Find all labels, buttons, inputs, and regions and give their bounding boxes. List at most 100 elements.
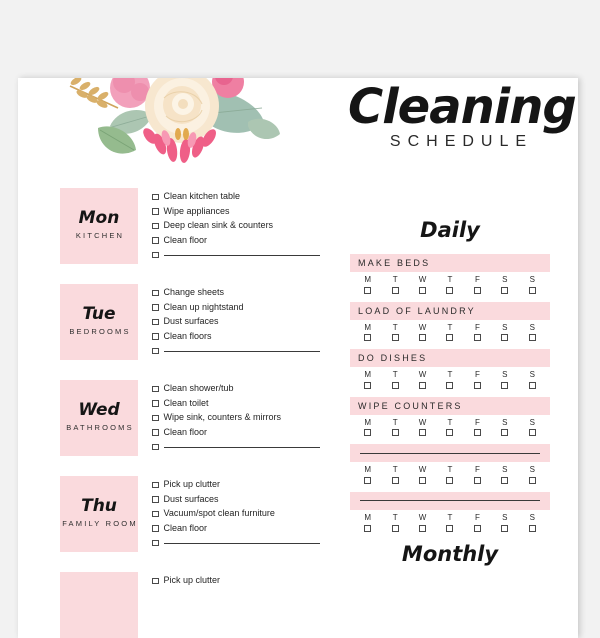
checkbox-icon[interactable]	[391, 381, 399, 389]
task-item[interactable]: Dust surfaces	[152, 315, 320, 328]
write-in-line[interactable]	[163, 255, 320, 257]
day-cell[interactable]: F	[464, 370, 491, 389]
task-item[interactable]: Vacuum/spot clean furniture	[152, 507, 320, 520]
task-item[interactable]: Pick up clutter	[152, 478, 320, 491]
checkbox-icon[interactable]	[446, 381, 454, 389]
checkbox-icon[interactable]	[152, 577, 159, 584]
write-in-line[interactable]	[360, 452, 540, 454]
day-cell[interactable]: S	[519, 370, 546, 389]
checkbox-icon[interactable]	[419, 381, 427, 389]
day-cell[interactable]: M	[354, 370, 381, 389]
checkbox-icon[interactable]	[391, 286, 399, 294]
checkbox-icon[interactable]	[364, 381, 372, 389]
checkbox-icon[interactable]	[473, 476, 481, 484]
day-cell[interactable]: M	[354, 275, 381, 294]
checkbox-icon[interactable]	[152, 251, 159, 259]
day-cell[interactable]: S	[519, 418, 546, 437]
checkbox-icon[interactable]	[152, 193, 159, 200]
checkbox-icon[interactable]	[391, 429, 399, 437]
checkbox-icon[interactable]	[446, 286, 454, 294]
checkbox-icon[interactable]	[152, 347, 159, 355]
task-item-blank[interactable]	[152, 440, 320, 451]
day-cell[interactable]: M	[354, 418, 381, 437]
checkbox-icon[interactable]	[473, 334, 481, 342]
checkbox-icon[interactable]	[528, 286, 536, 294]
day-cell[interactable]: F	[464, 513, 491, 532]
task-item[interactable]: Clean floor	[152, 426, 320, 439]
checkbox-icon[interactable]	[152, 443, 159, 451]
day-cell[interactable]: M	[354, 465, 381, 484]
task-item[interactable]: Dust surfaces	[152, 493, 320, 506]
write-in-line[interactable]	[163, 447, 320, 449]
checkbox-icon[interactable]	[501, 286, 509, 294]
day-cell[interactable]: T	[436, 275, 463, 294]
checkbox-icon[interactable]	[501, 524, 509, 532]
day-cell[interactable]: S	[491, 275, 518, 294]
checkbox-icon[interactable]	[152, 525, 159, 532]
checkbox-icon[interactable]	[152, 333, 159, 340]
checkbox-icon[interactable]	[528, 381, 536, 389]
task-item-blank[interactable]	[152, 248, 320, 259]
checkbox-icon[interactable]	[364, 476, 372, 484]
task-item[interactable]: Clean kitchen table	[152, 190, 320, 203]
checkbox-icon[interactable]	[364, 524, 372, 532]
day-cell[interactable]: S	[491, 370, 518, 389]
task-item[interactable]: Clean floor	[152, 522, 320, 535]
checkbox-icon[interactable]	[152, 539, 159, 547]
checkbox-icon[interactable]	[364, 429, 372, 437]
checkbox-icon[interactable]	[152, 414, 159, 422]
day-cell[interactable]: F	[464, 465, 491, 484]
task-item[interactable]: Change sheets	[152, 286, 320, 299]
day-cell[interactable]: T	[436, 418, 463, 437]
task-item[interactable]: Pick up clutter	[152, 574, 320, 587]
checkbox-icon[interactable]	[419, 334, 427, 342]
day-cell[interactable]: T	[381, 465, 408, 484]
checkbox-icon[interactable]	[364, 334, 372, 342]
checkbox-icon[interactable]	[152, 496, 159, 503]
checkbox-icon[interactable]	[152, 222, 159, 230]
day-cell[interactable]: T	[436, 370, 463, 389]
checkbox-icon[interactable]	[152, 400, 159, 407]
checkbox-icon[interactable]	[446, 476, 454, 484]
day-cell[interactable]: T	[436, 323, 463, 342]
day-cell[interactable]: W	[409, 323, 436, 342]
checkbox-icon[interactable]	[419, 476, 427, 484]
task-item-blank[interactable]	[152, 344, 320, 355]
checkbox-icon[interactable]	[391, 524, 399, 532]
day-cell[interactable]: W	[409, 370, 436, 389]
checkbox-icon[interactable]	[473, 429, 481, 437]
task-item[interactable]: Wipe appliances	[152, 205, 320, 218]
checkbox-icon[interactable]	[152, 318, 159, 326]
day-cell[interactable]: T	[381, 513, 408, 532]
checkbox-icon[interactable]	[152, 289, 159, 296]
task-item[interactable]: Clean floors	[152, 330, 320, 343]
day-cell[interactable]: M	[354, 323, 381, 342]
checkbox-icon[interactable]	[501, 476, 509, 484]
day-cell[interactable]: F	[464, 275, 491, 294]
day-cell[interactable]: T	[381, 275, 408, 294]
task-item[interactable]: Deep clean sink & counters	[152, 219, 320, 232]
write-in-line[interactable]	[163, 543, 320, 545]
checkbox-icon[interactable]	[473, 286, 481, 294]
day-cell[interactable]: T	[436, 513, 463, 532]
checkbox-icon[interactable]	[501, 334, 509, 342]
task-item[interactable]: Clean up nightstand	[152, 301, 320, 314]
checkbox-icon[interactable]	[446, 334, 454, 342]
day-cell[interactable]: S	[519, 323, 546, 342]
day-cell[interactable]: T	[436, 465, 463, 484]
day-cell[interactable]: W	[409, 465, 436, 484]
checkbox-icon[interactable]	[391, 476, 399, 484]
day-cell[interactable]: W	[409, 275, 436, 294]
day-cell[interactable]: S	[519, 465, 546, 484]
checkbox-icon[interactable]	[528, 476, 536, 484]
day-cell[interactable]: S	[519, 275, 546, 294]
checkbox-icon[interactable]	[152, 429, 159, 436]
write-in-line[interactable]	[360, 500, 540, 502]
day-cell[interactable]: M	[354, 513, 381, 532]
checkbox-icon[interactable]	[501, 381, 509, 389]
checkbox-icon[interactable]	[364, 286, 372, 294]
day-cell[interactable]: S	[519, 513, 546, 532]
day-cell[interactable]: T	[381, 370, 408, 389]
day-cell[interactable]: S	[491, 418, 518, 437]
checkbox-icon[interactable]	[473, 381, 481, 389]
